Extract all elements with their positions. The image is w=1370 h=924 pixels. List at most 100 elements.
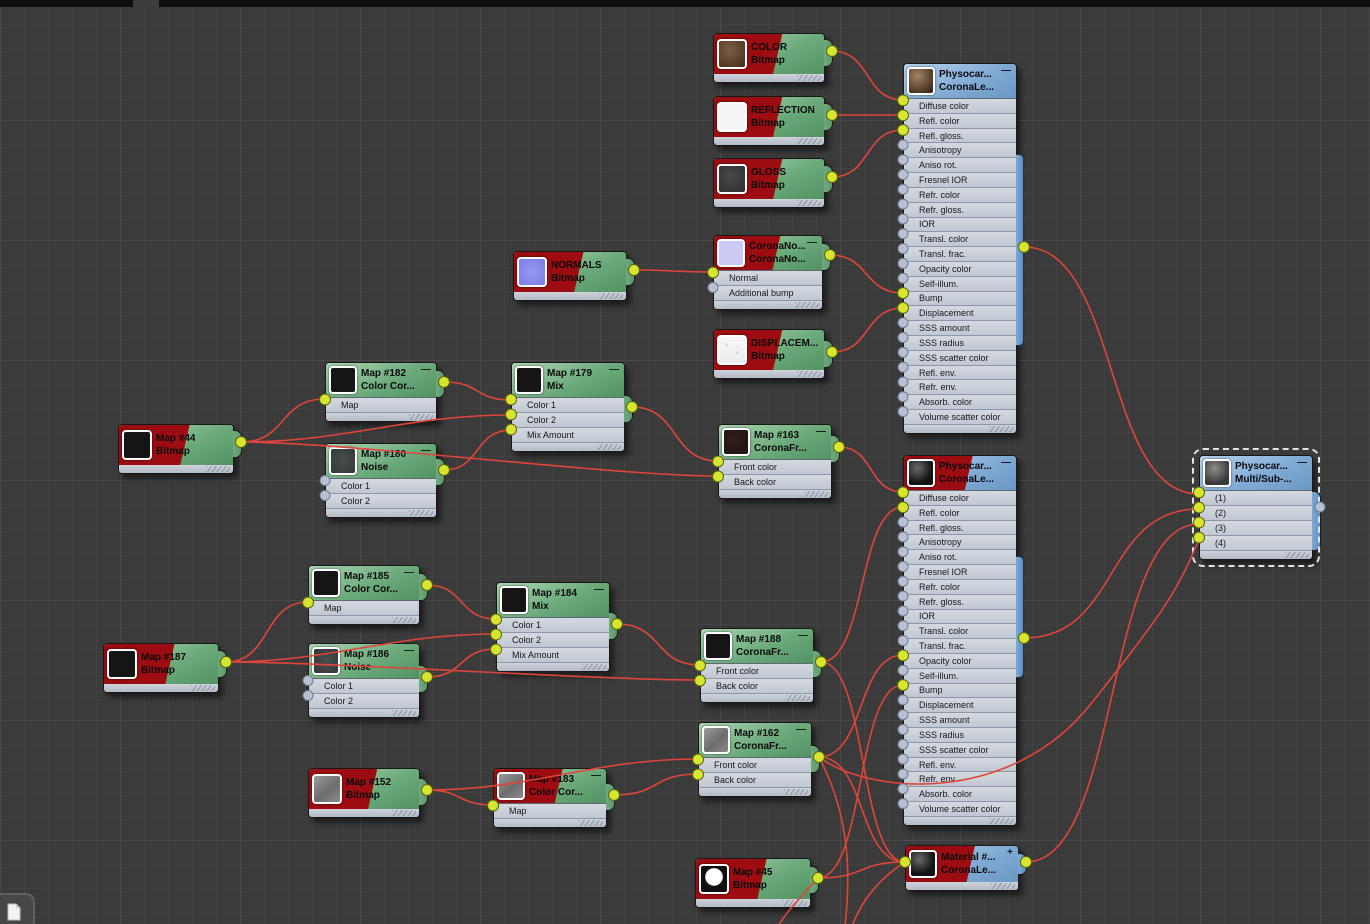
node-header[interactable]: Map #183 Color Cor... — bbox=[494, 769, 606, 803]
node-displacement-bitmap[interactable]: DISPLACEM... Bitmap bbox=[713, 329, 833, 379]
resize-grip[interactable] bbox=[582, 664, 606, 670]
minimize-button[interactable]: — bbox=[1001, 458, 1011, 468]
resize-grip[interactable] bbox=[409, 510, 433, 516]
resize-grip[interactable] bbox=[579, 820, 603, 826]
resize-grip[interactable] bbox=[191, 685, 215, 691]
node-map-179[interactable]: Map #179 Mix — Color 1 Color 2 Mix Amount bbox=[511, 362, 633, 452]
wire-map-162-to-physical-mtl-2.opacity-color[interactable] bbox=[818, 654, 904, 758]
node-multi-sub[interactable]: Physocar... Multi/Sub-... — (1) (2) (3) (4) bbox=[1192, 448, 1321, 567]
node-header[interactable]: Map #162 CoronaFr... — bbox=[699, 723, 811, 757]
node-header[interactable]: Map #187 Bitmap bbox=[104, 644, 218, 684]
resize-grip[interactable] bbox=[392, 710, 416, 716]
wire-map-182-to-map-179.color-1[interactable] bbox=[443, 381, 512, 401]
resize-grip[interactable] bbox=[989, 817, 1013, 824]
wire-map-45-to-physical-mtl-2.bump[interactable] bbox=[817, 684, 904, 879]
wire-map-187-to-map-185.map[interactable] bbox=[225, 601, 309, 663]
wire-map-187-to-map-188.back-color[interactable] bbox=[225, 661, 701, 681]
minimize-button[interactable]: — bbox=[609, 365, 619, 375]
node-header[interactable]: Map #163 CoronaFr... — bbox=[719, 425, 831, 459]
minimize-button[interactable]: — bbox=[796, 725, 806, 735]
wire-map-179-to-map-163.front-color[interactable] bbox=[631, 406, 719, 462]
panel-toggle-button[interactable] bbox=[0, 893, 35, 924]
resize-grip[interactable] bbox=[392, 617, 416, 623]
minimize-button[interactable]: — bbox=[1297, 458, 1307, 468]
minimize-button[interactable]: — bbox=[421, 365, 431, 375]
wire-material-corona-to-multi-sub.3[interactable] bbox=[1025, 523, 1200, 863]
minimize-button[interactable]: — bbox=[798, 631, 808, 641]
wire-map-185-to-map-184.color-1[interactable] bbox=[426, 584, 497, 620]
node-header[interactable]: Map #188 CoronaFr... — bbox=[701, 629, 813, 663]
node-map-183[interactable]: Map #183 Color Cor... — Map bbox=[493, 768, 615, 828]
node-material-corona[interactable]: Material #... CoronaLe... + bbox=[905, 845, 1027, 891]
resize-grip[interactable] bbox=[795, 302, 819, 308]
resize-grip[interactable] bbox=[392, 810, 416, 816]
node-gloss-bitmap[interactable]: GLOSS Bitmap bbox=[713, 158, 833, 208]
resize-grip[interactable] bbox=[409, 414, 433, 420]
node-header[interactable]: Map #152 Bitmap bbox=[309, 769, 419, 809]
wire-off-screen-to-material-corona.input[interactable] bbox=[851, 861, 906, 924]
resize-grip[interactable] bbox=[599, 293, 623, 299]
node-header[interactable]: Map #186 Noise — bbox=[309, 644, 419, 678]
node-header[interactable]: REFLECTION Bitmap bbox=[714, 97, 824, 137]
node-header[interactable]: Map #185 Color Cor... — bbox=[309, 566, 419, 600]
wire-map-188-to-material-corona.input[interactable] bbox=[820, 661, 906, 863]
minimize-button[interactable]: — bbox=[404, 568, 414, 578]
wire-map-162-to-material-corona.input[interactable] bbox=[818, 756, 906, 863]
wire-map-184-to-map-188.front-color[interactable] bbox=[616, 623, 701, 666]
node-header[interactable]: Map #184 Mix — bbox=[497, 583, 609, 617]
wire-map-44-to-map-163.back-color[interactable] bbox=[240, 441, 719, 477]
node-map-185[interactable]: Map #185 Color Cor... — Map bbox=[308, 565, 428, 625]
node-normals-bitmap[interactable]: NORMALS Bitmap bbox=[513, 251, 635, 301]
resize-grip[interactable] bbox=[797, 75, 821, 81]
node-header[interactable]: Map #179 Mix — bbox=[512, 363, 624, 397]
node-map-187[interactable]: Map #187 Bitmap bbox=[103, 643, 227, 693]
node-map-182[interactable]: Map #182 Color Cor... — Map bbox=[325, 362, 445, 422]
node-map-188[interactable]: Map #188 CoronaFr... — Front color Back colo… bbox=[700, 628, 822, 703]
resize-grip[interactable] bbox=[989, 425, 1013, 432]
minimize-button[interactable]: — bbox=[807, 238, 817, 248]
resize-grip[interactable] bbox=[1285, 552, 1309, 558]
node-map-45[interactable]: Map #45 Bitmap bbox=[695, 858, 819, 908]
wire-corona-normal-to-physical-mtl-1.bump[interactable] bbox=[829, 254, 904, 294]
minimize-button[interactable]: — bbox=[816, 427, 826, 437]
node-physical-mtl-2[interactable]: Physocar... CoronaLe... — Diffuse color Refl… bbox=[903, 455, 1024, 826]
node-physical-mtl-1[interactable]: Physocar... CoronaLe... — Diffuse color Refl… bbox=[903, 63, 1024, 434]
resize-grip[interactable] bbox=[783, 900, 807, 906]
wire-physical-mtl-1-to-multi-sub.1[interactable] bbox=[1023, 246, 1200, 495]
node-map-44[interactable]: Map #44 Bitmap bbox=[118, 424, 242, 474]
resize-grip[interactable] bbox=[991, 883, 1015, 889]
node-header[interactable]: Map #44 Bitmap bbox=[119, 425, 233, 465]
resize-grip[interactable] bbox=[804, 491, 828, 497]
resize-grip[interactable] bbox=[786, 695, 810, 701]
wire-normals-bitmap-to-corona-normal.normal[interactable] bbox=[633, 269, 714, 273]
wire-map-163-to-physical-mtl-2.diffuse-color[interactable] bbox=[838, 446, 904, 493]
minimize-button[interactable]: — bbox=[404, 646, 414, 656]
node-map-152[interactable]: Map #152 Bitmap bbox=[308, 768, 428, 818]
minimize-button[interactable]: — bbox=[594, 585, 604, 595]
node-header[interactable]: Physocar... CoronaLe... — bbox=[904, 64, 1016, 98]
resize-grip[interactable] bbox=[597, 444, 621, 450]
minimize-button[interactable]: — bbox=[1001, 66, 1011, 76]
node-map-180[interactable]: Map #180 Noise — Color 1 Color 2 bbox=[325, 443, 445, 518]
node-reflection-bitmap[interactable]: REFLECTION Bitmap bbox=[713, 96, 833, 146]
resize-grip[interactable] bbox=[797, 200, 821, 206]
wire-map-186-to-map-184.mix-amount[interactable] bbox=[426, 648, 497, 678]
node-header[interactable]: Map #182 Color Cor... — bbox=[326, 363, 436, 397]
node-header[interactable]: CoronaNo... CoronaNo... — bbox=[714, 236, 822, 270]
minimize-button[interactable]: — bbox=[421, 446, 431, 456]
node-header[interactable]: DISPLACEM... Bitmap bbox=[714, 330, 824, 370]
wire-color-bitmap-to-physical-mtl-1.diffuse-color[interactable] bbox=[831, 50, 904, 101]
wire-gloss-bitmap-to-physical-mtl-1.refl-gloss[interactable] bbox=[831, 129, 904, 178]
wire-map-152-to-map-183.map[interactable] bbox=[426, 789, 494, 806]
node-corona-normal[interactable]: CoronaNo... CoronaNo... — Normal Additional … bbox=[713, 235, 831, 310]
wire-map-44-to-map-182.map[interactable] bbox=[240, 398, 326, 443]
wire-displacement-bitmap-to-physical-mtl-1.displacement[interactable] bbox=[831, 307, 904, 353]
wire-map-180-to-map-179.mix-amount[interactable] bbox=[443, 429, 512, 471]
node-graph-canvas[interactable]: COLOR Bitmap REFLECTION Bitmap GLOSS Bitmap NO… bbox=[0, 0, 1370, 924]
resize-grip[interactable] bbox=[797, 138, 821, 144]
wire-physical-mtl-2-to-multi-sub.2[interactable] bbox=[1023, 508, 1200, 639]
wire-map-162-to-off-screen[interactable] bbox=[818, 756, 849, 924]
minimize-button[interactable]: — bbox=[591, 771, 601, 781]
node-header[interactable]: Physocar... CoronaLe... — bbox=[904, 456, 1016, 490]
wire-map-188-to-physical-mtl-2.refl-color[interactable] bbox=[820, 506, 904, 663]
